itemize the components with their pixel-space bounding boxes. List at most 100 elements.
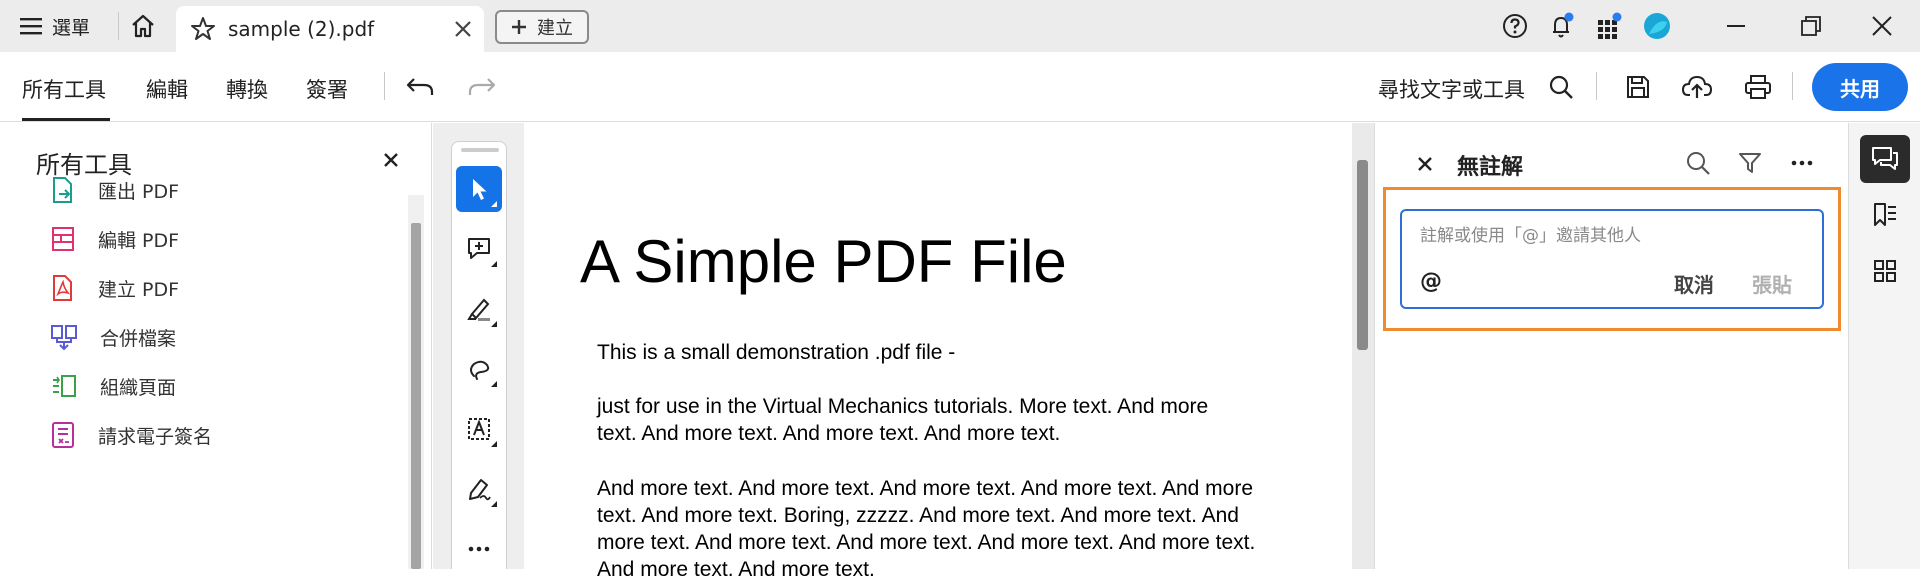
toolbar-grip[interactable] [461, 148, 499, 152]
minimize-button[interactable] [1720, 10, 1752, 42]
tab-sign[interactable]: 簽署 [306, 74, 348, 104]
tool-label: 建立 PDF [98, 278, 180, 301]
notifications-button[interactable] [1547, 11, 1577, 41]
fill-sign-button[interactable] [456, 466, 502, 512]
add-comment-button[interactable] [456, 226, 502, 272]
search-button[interactable] [1545, 71, 1577, 103]
cloud-upload-icon [1682, 75, 1712, 98]
pdf-page[interactable]: A Simple PDF File This is a small demons… [524, 123, 1352, 581]
submenu-indicator [491, 501, 497, 507]
filter-comments-button[interactable] [1735, 148, 1765, 178]
find-text-or-tools[interactable]: 尋找文字或工具 [1378, 74, 1525, 104]
submenu-indicator [491, 261, 497, 267]
create-button[interactable]: 建立 [495, 10, 589, 44]
tab-convert[interactable]: 轉換 [226, 74, 268, 104]
tab-close-button[interactable] [452, 18, 474, 40]
more-tools-button[interactable] [456, 526, 502, 572]
select-tool-button[interactable] [456, 166, 502, 212]
submenu-indicator [491, 201, 497, 207]
close-comments-button[interactable] [1415, 154, 1435, 174]
right-rail [1848, 123, 1920, 569]
cancel-button[interactable]: 取消 [1674, 269, 1714, 298]
comments-title: 無註解 [1457, 155, 1524, 180]
tool-label: 請求電子簽名 [98, 425, 213, 448]
pdf-title: A Simple PDF File [580, 228, 1067, 295]
highlight-button[interactable] [456, 286, 502, 332]
pdf-text-line: This is a small demonstration .pdf file … [597, 341, 956, 364]
window-close-button[interactable] [1866, 10, 1898, 42]
submenu-indicator [491, 381, 497, 387]
comment-composer[interactable]: 註解或使用「@」邀請其他人 @ 取消 張貼 [1400, 209, 1824, 309]
comments-more-button[interactable] [1787, 148, 1817, 178]
redo-button[interactable] [466, 71, 498, 103]
edit-pdf-icon [52, 227, 74, 251]
comment-input[interactable]: 註解或使用「@」邀請其他人 [1420, 221, 1641, 246]
document-scrollbar-thumb[interactable] [1357, 160, 1368, 350]
freehand-draw-icon [470, 360, 490, 380]
tool-request-esign[interactable]: 請求電子簽名 [50, 417, 212, 453]
draw-button[interactable] [456, 346, 502, 392]
minimize-icon [1727, 25, 1745, 27]
help-button[interactable] [1500, 11, 1530, 41]
cursor-icon [473, 179, 487, 200]
account-button[interactable] [1642, 11, 1672, 41]
tool-label: 匯出 PDF [98, 180, 180, 203]
tool-combine-files[interactable]: 合併檔案 [50, 319, 176, 355]
close-panel-button[interactable] [380, 149, 402, 171]
post-button[interactable]: 張貼 [1752, 269, 1792, 298]
export-pdf-icon [53, 177, 72, 203]
home-button[interactable] [128, 11, 158, 41]
search-comments-button[interactable] [1683, 148, 1713, 178]
submenu-indicator [491, 441, 497, 447]
text-box-button[interactable] [456, 406, 502, 452]
bell-icon [1553, 12, 1574, 38]
menu-button[interactable]: 選單 [20, 10, 90, 42]
comments-panel-toggle[interactable] [1860, 135, 1910, 183]
plus-icon [512, 20, 526, 34]
tool-organize-pages[interactable]: 組織頁面 [50, 368, 176, 404]
tool-edit-pdf[interactable]: 編輯 PDF [50, 221, 179, 257]
upload-button[interactable] [1681, 71, 1713, 103]
tool-label: 編輯 PDF [98, 229, 180, 252]
pdf-text-line: text. And more text. Boring, zzzzz. And … [597, 504, 1239, 527]
pdf-text-line: text. And more text. And more text. And … [597, 422, 1061, 445]
divider [1792, 72, 1793, 100]
star-icon[interactable] [190, 16, 216, 42]
save-button[interactable] [1622, 71, 1654, 103]
tab-all-tools[interactable]: 所有工具 [22, 74, 106, 104]
share-button[interactable]: 共用 [1812, 63, 1908, 111]
undo-icon [406, 78, 434, 95]
comment-plus-icon [468, 238, 490, 259]
bookmark-list-icon [1874, 203, 1896, 226]
document-tab[interactable]: sample (2).pdf [176, 6, 484, 52]
tab-edit[interactable]: 編輯 [146, 74, 188, 104]
submenu-indicator [491, 321, 497, 327]
thumbnails-panel-toggle[interactable] [1860, 247, 1910, 295]
redo-icon [468, 78, 496, 95]
close-icon [1418, 157, 1432, 171]
tool-export-pdf[interactable]: 匯出 PDF [50, 172, 179, 208]
divider [384, 72, 385, 100]
close-icon [455, 21, 471, 37]
home-icon [132, 14, 154, 38]
print-icon [1745, 75, 1771, 99]
print-button[interactable] [1742, 71, 1774, 103]
undo-button[interactable] [404, 71, 436, 103]
tool-create-pdf[interactable]: 建立 PDF [50, 270, 179, 306]
combine-files-icon [51, 325, 77, 351]
apps-button[interactable] [1594, 11, 1624, 41]
pdf-text-line: And more text. And more text. And more t… [597, 477, 1253, 500]
more-horizontal-icon [1791, 160, 1813, 166]
menu-label: 選單 [52, 16, 91, 39]
organize-pages-icon [53, 375, 76, 397]
apps-grid-icon [1598, 12, 1622, 39]
bookmarks-panel-toggle[interactable] [1860, 191, 1910, 239]
help-icon [1503, 14, 1527, 38]
main-toolbar: 所有工具 編輯 轉換 簽署 尋找文字或工具 共用 [0, 52, 1920, 122]
restore-button[interactable] [1795, 10, 1827, 42]
hamburger-icon [20, 17, 42, 35]
close-icon [1872, 16, 1892, 36]
mention-button[interactable]: @ [1420, 269, 1442, 294]
create-label: 建立 [537, 18, 573, 39]
panel-scrollbar-thumb[interactable] [411, 223, 421, 569]
